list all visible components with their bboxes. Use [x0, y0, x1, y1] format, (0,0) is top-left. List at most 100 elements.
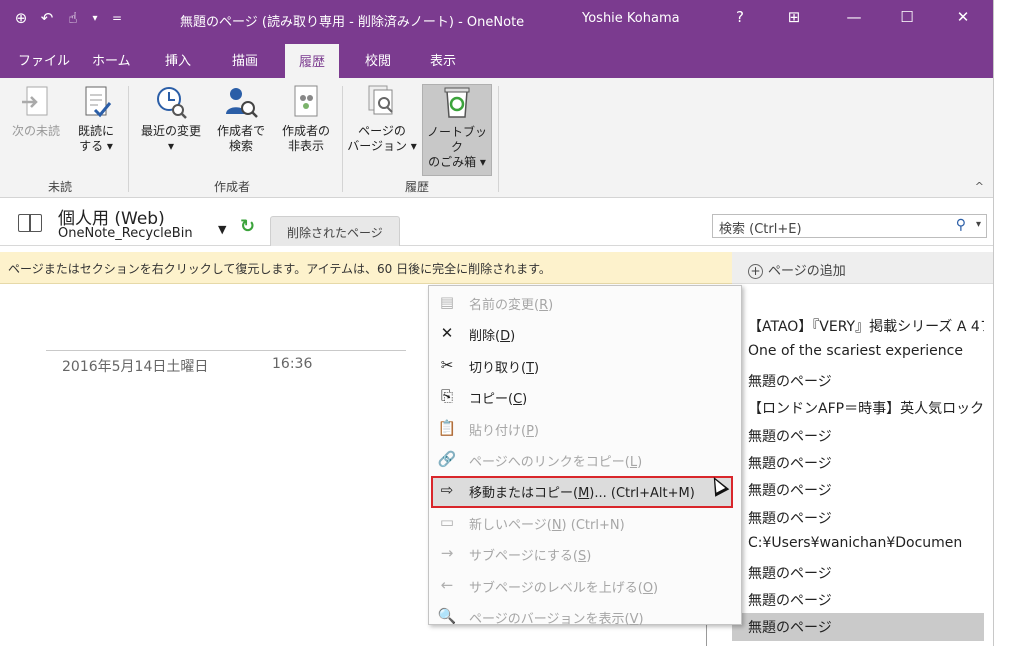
page-time: 16:36: [272, 356, 313, 372]
next-unread-button[interactable]: 次の未読: [6, 84, 66, 139]
search-input[interactable]: 検索 (Ctrl+E) ⚲ ▾: [712, 214, 987, 238]
recent-changes-caret: ▾: [167, 139, 175, 153]
page-list: 【ATAO】『VERY』掲載シリーズ A 4フ One of the scarie…: [732, 312, 984, 641]
promote-subpage-icon: ←: [440, 575, 454, 594]
tab-history[interactable]: 履歴: [285, 44, 340, 78]
menu-item-paste[interactable]: 📋 貼り付け(P): [429, 414, 741, 445]
show-page-versions-icon: 🔍: [437, 606, 457, 625]
copy-icon: ⎘: [440, 387, 453, 406]
notebook-icon[interactable]: [18, 214, 42, 232]
menu-item-suffix: ): [534, 360, 540, 376]
page-list-item[interactable]: 【ロンドンAFP＝時事】英人気ロックバ: [732, 394, 984, 421]
menu-item-show-page-versions[interactable]: 🔍 ページのバージョンを表示(V): [429, 602, 741, 633]
tab-review[interactable]: 校閲: [365, 50, 391, 69]
title-bar: ⊕ ↶ ☝ ▾ = 無題のページ (読み取り専用 - 削除済みノート) - On…: [0, 0, 993, 40]
customize-qat-icon[interactable]: =: [108, 11, 126, 25]
menu-item-accelerator: O: [642, 580, 654, 596]
cut-icon: ✂: [440, 355, 454, 374]
touch-mode-icon[interactable]: ☝: [64, 9, 82, 27]
search-icon[interactable]: ⚲: [956, 217, 966, 233]
page-list-item[interactable]: 無題のページ: [732, 613, 984, 641]
ribbon-display-options-icon[interactable]: ⊞: [782, 8, 806, 26]
menu-item-copy[interactable]: ⎘ コピー(C): [429, 382, 741, 413]
page-list-item[interactable]: 無題のページ: [732, 586, 984, 613]
section-tab-deleted-pages[interactable]: 削除されたページ: [270, 216, 400, 246]
hide-authors-button[interactable]: 作成者の 非表示: [274, 84, 338, 154]
menu-item-label: 削除(: [469, 329, 501, 345]
close-button[interactable]: ✕: [951, 8, 975, 26]
touch-dropdown-icon[interactable]: ▾: [90, 13, 100, 24]
menu-item-copy-link[interactable]: 🔗 ページへのリンクをコピー(L): [429, 445, 741, 476]
window-title: 無題のページ (読み取り専用 - 削除済みノート) - OneNote: [180, 15, 525, 30]
page-versions-button[interactable]: ページの バージョン ▾: [346, 84, 418, 154]
notebook-bar: 個人用 (Web) OneNote_RecycleBin ▼ ↻ 削除されたペー…: [0, 198, 993, 246]
menu-item-accelerator: D: [500, 329, 511, 345]
ribbon-tabs: ファイル ホーム 挿入 描画 履歴 校閲 表示: [0, 40, 993, 78]
page-list-item[interactable]: 無題のページ: [732, 367, 984, 394]
page-list-item[interactable]: 【ATAO】『VERY』掲載シリーズ A 4フ: [732, 312, 984, 339]
menu-item-accelerator: T: [526, 360, 535, 376]
menu-item-suffix: ): [637, 454, 643, 470]
search-scope-dropdown-icon[interactable]: ▾: [976, 219, 981, 230]
menu-item-rename[interactable]: ▤ 名前の変更(R): [429, 288, 741, 319]
menu-item-accelerator: M: [578, 486, 590, 502]
tab-home[interactable]: ホーム: [92, 50, 131, 69]
mark-as-read-button[interactable]: 既読に する ▾: [70, 84, 122, 154]
collapse-ribbon-icon[interactable]: ^: [975, 180, 984, 193]
group-separator: [342, 86, 343, 192]
add-page-button[interactable]: + ページの追加: [732, 252, 993, 284]
page-list-item[interactable]: One of the scariest experience: [732, 339, 984, 366]
menu-item-suffix: )... (Ctrl+Alt+M): [589, 486, 695, 502]
menu-item-label: サブページにする(: [469, 549, 578, 565]
page-list-item[interactable]: 無題のページ: [732, 449, 984, 476]
help-button[interactable]: ?: [728, 8, 752, 26]
menu-item-promote-subpage[interactable]: ← サブページのレベルを上げる(O): [429, 571, 741, 602]
menu-item-label: 移動またはコピー(: [469, 486, 579, 502]
page-versions-label: ページの: [358, 124, 406, 138]
tab-insert[interactable]: 挿入: [165, 50, 191, 69]
group-separator: [498, 86, 499, 192]
notebook-dropdown-icon[interactable]: ▼: [218, 223, 226, 236]
current-section[interactable]: OneNote_RecycleBin: [58, 226, 193, 241]
title-rule: [46, 350, 406, 351]
find-by-author-button[interactable]: 作成者で 検索: [210, 84, 272, 154]
hide-authors-label-2: 非表示: [287, 139, 324, 153]
delete-icon: ✕: [440, 324, 454, 343]
menu-item-move-or-copy[interactable]: ⇨ 移動またはコピー(M)... (Ctrl+Alt+M): [431, 476, 733, 508]
menu-item-cut[interactable]: ✂ 切り取り(T): [429, 351, 741, 382]
page-list-item[interactable]: C:¥Users¥wanichan¥Documen: [732, 531, 984, 558]
page-versions-label-2: バージョン ▾: [347, 139, 417, 153]
page-list-item[interactable]: 無題のページ: [732, 476, 984, 503]
add-page-label: ページの追加: [768, 264, 846, 279]
menu-item-label: ページのバージョンを表示(: [469, 611, 630, 627]
menu-item-label: サブページのレベルを上げる(: [469, 580, 643, 596]
find-author-label-2: 検索: [228, 139, 253, 153]
tab-file[interactable]: ファイル: [18, 50, 70, 69]
page-list-item[interactable]: 無題のページ: [732, 504, 984, 531]
menu-item-make-subpage[interactable]: → サブページにする(S): [429, 539, 741, 570]
tab-view[interactable]: 表示: [430, 50, 456, 69]
notebook-recycle-bin-button[interactable]: ノートブック のごみ箱 ▾: [422, 84, 492, 176]
author-search-icon: [226, 88, 258, 118]
minimize-button[interactable]: —: [842, 8, 866, 26]
back-circle-icon[interactable]: ⊕: [12, 9, 30, 27]
menu-item-suffix: ): [548, 298, 554, 313]
back-to-notebook-icon[interactable]: ↻: [240, 216, 255, 237]
tab-draw[interactable]: 描画: [232, 50, 258, 69]
group-separator: [128, 86, 129, 192]
mark-read-icon: [85, 86, 112, 118]
page-list-item[interactable]: 無題のページ: [732, 559, 984, 586]
group-label-unread: 未読: [48, 180, 73, 194]
undo-icon[interactable]: ↶: [38, 9, 56, 27]
group-label-authors: 作成者: [214, 180, 251, 194]
page-list-item[interactable]: 無題のページ: [732, 422, 984, 449]
context-menu: ▤ 名前の変更(R) ✕ 削除(D) ✂ 切り取り(T) ⎘ コピー(C) 📋 貼り付け(P) 🔗 ペ…: [428, 285, 742, 627]
recent-changes-button[interactable]: 最近の変更 ▾: [134, 84, 208, 154]
menu-item-new-page[interactable]: ▭ 新しいページ(N) (Ctrl+N): [429, 508, 741, 539]
maximize-button[interactable]: ☐: [895, 8, 919, 26]
menu-item-delete[interactable]: ✕ 削除(D): [429, 319, 741, 350]
group-label-history: 履歴: [405, 180, 430, 194]
user-name[interactable]: Yoshie Kohama: [582, 11, 680, 26]
recycle-bin-label-2: のごみ箱 ▾: [428, 155, 486, 169]
onenote-window: ⊕ ↶ ☝ ▾ = 無題のページ (読み取り専用 - 削除済みノート) - On…: [0, 0, 994, 646]
